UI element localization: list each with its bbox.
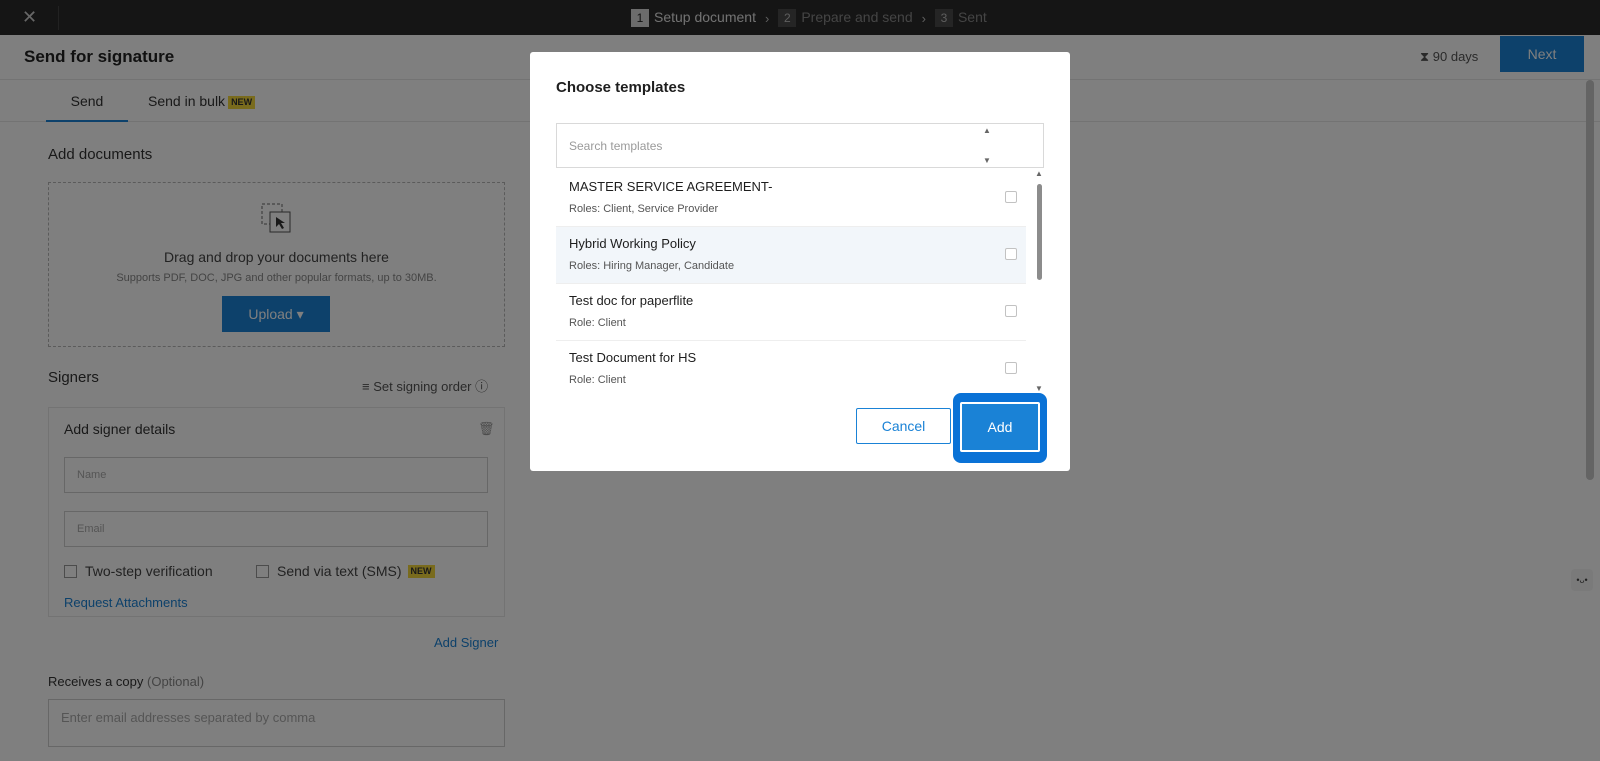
- template-name: MASTER SERVICE AGREEMENT-: [569, 179, 773, 194]
- template-item[interactable]: MASTER SERVICE AGREEMENT- Roles: Client,…: [556, 170, 1026, 227]
- add-button[interactable]: Add: [960, 402, 1040, 452]
- template-name: Test doc for paperflite: [569, 293, 694, 308]
- template-roles: Roles: Hiring Manager, Candidate: [569, 260, 735, 272]
- caret-down-icon[interactable]: ▼: [983, 156, 991, 165]
- search-templates-box: ▲ ▼: [556, 123, 1044, 168]
- search-templates-input[interactable]: [557, 124, 997, 167]
- template-item[interactable]: Test Document for HS Role: Client: [556, 341, 1026, 396]
- template-checkbox[interactable]: [1005, 248, 1017, 260]
- template-item[interactable]: Hybrid Working Policy Roles: Hiring Mana…: [556, 227, 1026, 284]
- template-name: Test Document for HS: [569, 350, 697, 365]
- template-roles: Role: Client: [569, 374, 626, 386]
- choose-templates-modal: Choose templates ▲ ▼ MASTER SERVICE AGRE…: [530, 52, 1070, 471]
- template-checkbox[interactable]: [1005, 191, 1017, 203]
- template-roles: Role: Client: [569, 317, 626, 329]
- templates-list: MASTER SERVICE AGREEMENT- Roles: Client,…: [556, 170, 1026, 396]
- modal-title: Choose templates: [556, 79, 686, 96]
- template-checkbox[interactable]: [1005, 362, 1017, 374]
- caret-up-icon[interactable]: ▲: [983, 126, 991, 135]
- scroll-down-arrow-icon[interactable]: ▼: [1035, 384, 1043, 393]
- template-checkbox[interactable]: [1005, 305, 1017, 317]
- template-roles: Roles: Client, Service Provider: [569, 203, 719, 215]
- template-item[interactable]: Test doc for paperflite Role: Client: [556, 284, 1026, 341]
- cancel-button[interactable]: Cancel: [856, 408, 951, 444]
- list-scrollbar-thumb[interactable]: [1037, 184, 1042, 280]
- template-name: Hybrid Working Policy: [569, 236, 696, 251]
- scroll-up-arrow-icon[interactable]: ▲: [1035, 169, 1043, 178]
